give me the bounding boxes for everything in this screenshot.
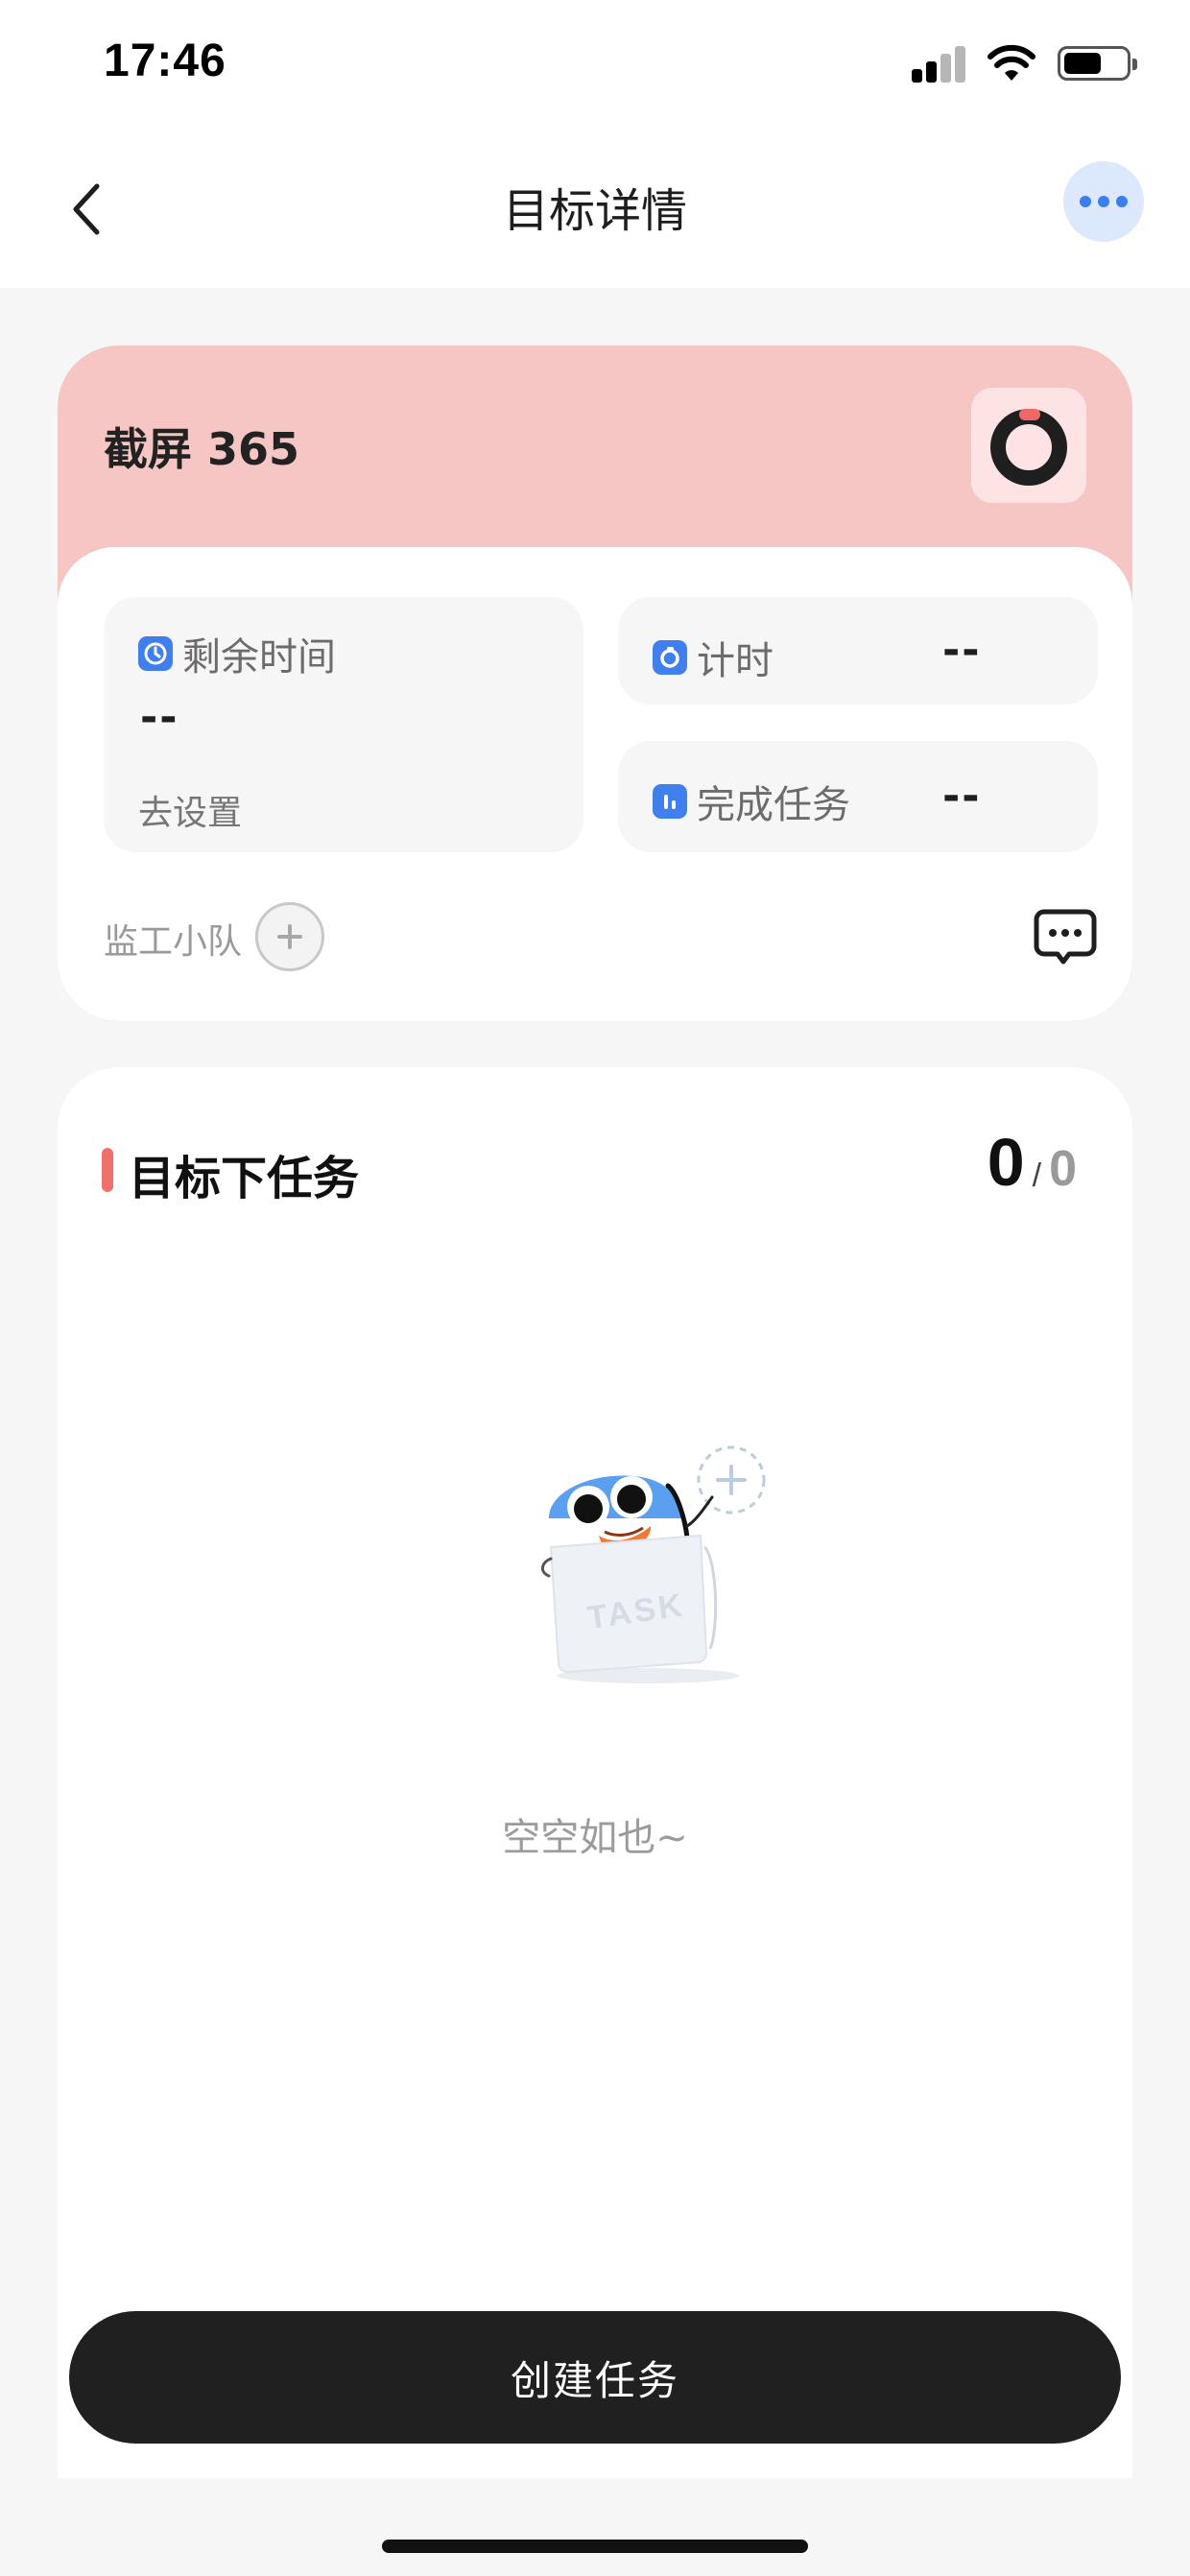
- battery-icon: [1058, 46, 1137, 81]
- more-options-button[interactable]: [1063, 161, 1144, 242]
- task-count-total: 0: [1049, 1141, 1077, 1198]
- status-icons: [912, 42, 1137, 84]
- task-count: 0 / 0: [988, 1129, 1077, 1196]
- chat-bubble-icon: [1034, 909, 1097, 965]
- set-deadline-link[interactable]: 去设置: [138, 785, 242, 835]
- remaining-time-label: 剩余时间: [182, 635, 336, 680]
- section-marker: [102, 1148, 113, 1192]
- remaining-time-box[interactable]: 剩余时间 -- 去设置: [104, 597, 583, 852]
- goal-name: 截屏 365: [104, 423, 300, 475]
- timer-value: --: [942, 626, 982, 675]
- timer-box[interactable]: 计时 --: [618, 597, 1098, 704]
- empty-state-illustration: TASK: [541, 1445, 766, 1683]
- goal-tasks-title: 目标下任务: [129, 1152, 360, 1205]
- more-dots-icon: [1080, 196, 1091, 207]
- goal-stats-panel: 剩余时间 -- 去设置 计时 -- 完成任务 -- 监工小队: [58, 547, 1132, 1021]
- status-bar: 17:46: [0, 0, 1190, 131]
- ring-icon: [990, 409, 1067, 486]
- comment-button[interactable]: [1031, 902, 1100, 971]
- status-time: 17:46: [104, 36, 226, 86]
- bar-chart-icon: [653, 784, 687, 819]
- empty-state-text: 空空如也~: [502, 1816, 688, 1860]
- plus-icon: [277, 924, 302, 949]
- cellular-signal-icon: [912, 44, 965, 83]
- home-indicator: [382, 2540, 808, 2553]
- page-title: 目标详情: [502, 184, 687, 238]
- completed-tasks-label: 完成任务: [697, 783, 850, 827]
- create-task-button[interactable]: 创建任务: [69, 2311, 1121, 2444]
- goal-tasks-card: 目标下任务 0 / 0 TASK 空空如也~: [58, 1067, 1132, 2478]
- nav-bar: 目标详情: [0, 131, 1190, 288]
- completed-tasks-value: --: [942, 772, 982, 821]
- timer-icon: [653, 640, 687, 675]
- task-count-done: 0: [987, 1125, 1025, 1200]
- remaining-time-value: --: [140, 693, 179, 742]
- timer-label: 计时: [697, 639, 774, 683]
- clock-icon: [138, 636, 173, 671]
- wifi-icon: [988, 44, 1035, 81]
- task-count-separator: /: [1032, 1157, 1042, 1195]
- add-supervisor-button[interactable]: [255, 902, 324, 971]
- supervisor-team-label: 监工小队: [104, 922, 243, 962]
- goal-icon[interactable]: [971, 388, 1086, 503]
- completed-tasks-box[interactable]: 完成任务 --: [618, 741, 1098, 852]
- goal-card: 截屏 365 剩余时间 -- 去设置 计时 -- 完成任务 -- 监工小队: [58, 346, 1132, 1021]
